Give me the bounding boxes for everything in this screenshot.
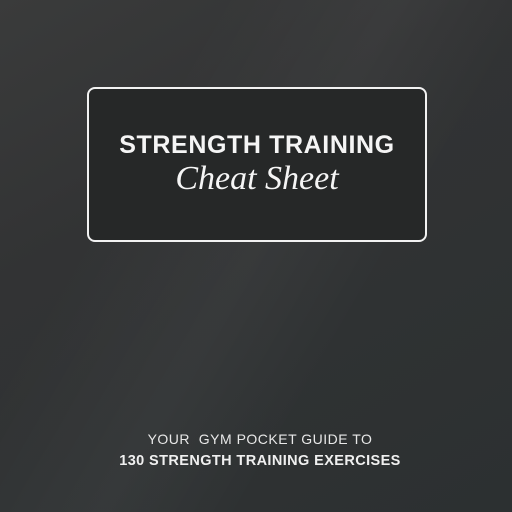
tagline-line-2: 130 STRENGTH TRAINING EXERCISES: [119, 453, 401, 469]
cover-title: STRENGTH TRAINING: [119, 131, 395, 159]
title-box: STRENGTH TRAINING Cheat Sheet: [87, 87, 427, 242]
book-cover: STRENGTH TRAINING Cheat Sheet YOUR GYM P…: [0, 0, 512, 512]
tagline-line-1: YOUR GYM POCKET GUIDE TO: [147, 431, 373, 447]
cover-script-title: Cheat Sheet: [175, 160, 339, 197]
